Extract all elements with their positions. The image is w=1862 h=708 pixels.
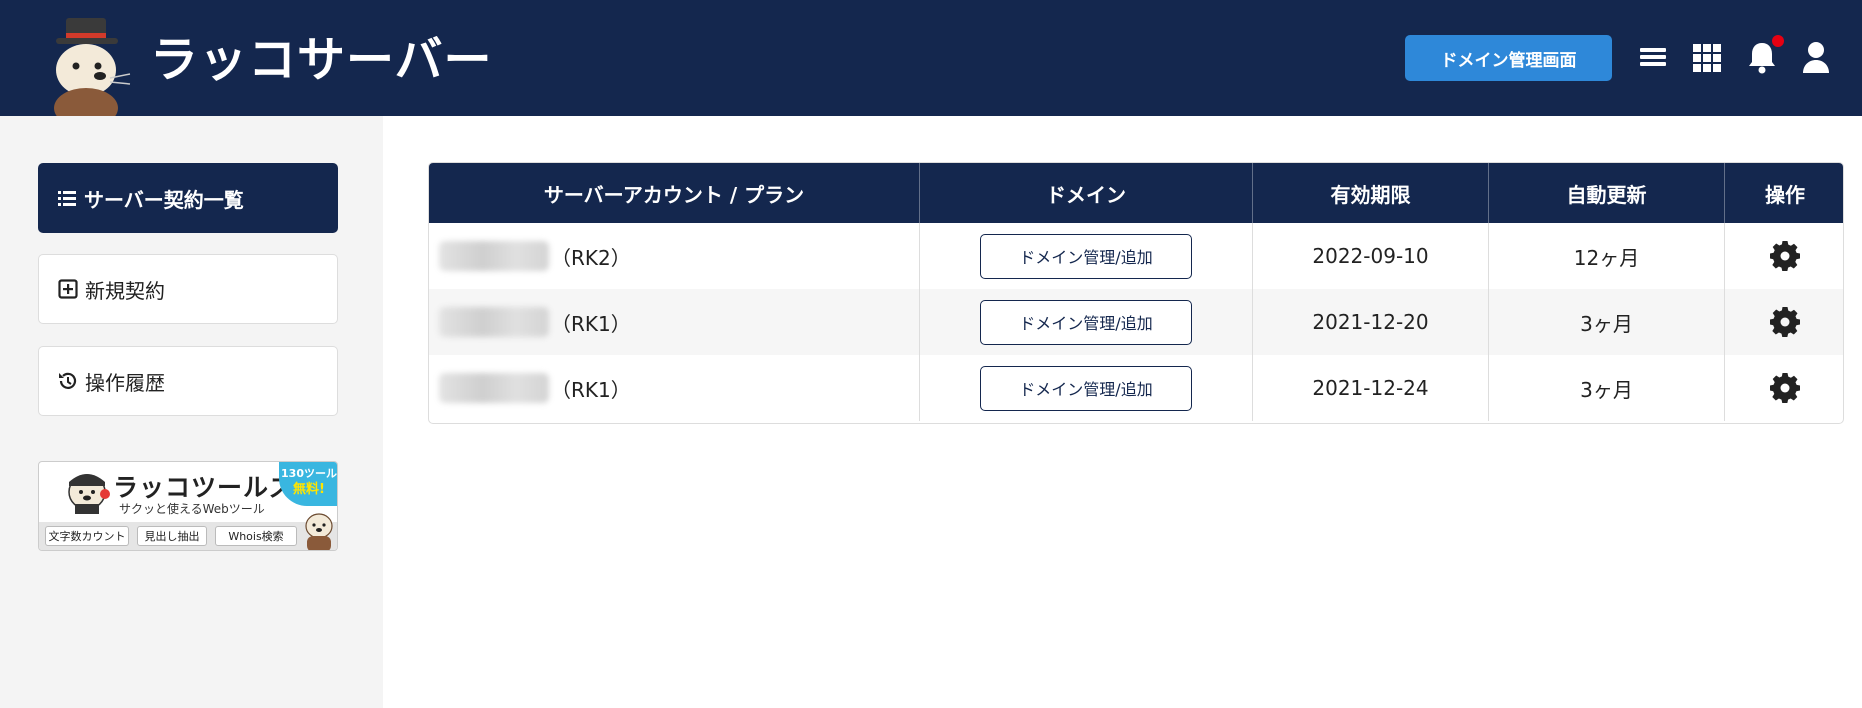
domain-cell: ドメイン管理/追加 (920, 289, 1253, 355)
domain-manage-add-button[interactable]: ドメイン管理/追加 (980, 365, 1192, 411)
auto-renew-cell: 12ヶ月 (1489, 223, 1725, 289)
server-contracts-table: サーバーアカウント / プラン ドメイン 有効期限 自動更新 操作 （RK2） … (428, 162, 1844, 424)
account-cell: （RK1） (429, 355, 920, 421)
domain-manage-add-button[interactable]: ドメイン管理/追加 (980, 233, 1192, 279)
domain-cell: ドメイン管理/追加 (920, 355, 1253, 421)
redacted-account-name (439, 241, 549, 271)
expiry-cell: 2021-12-24 (1253, 355, 1489, 421)
plan-label: （RK1） (551, 377, 631, 402)
plan-label: （RK2） (551, 245, 631, 270)
gear-icon[interactable] (1770, 241, 1800, 271)
account-cell: （RK2） (429, 223, 920, 289)
expiry-cell: 2022-09-10 (1253, 223, 1489, 289)
notification-dot (1772, 35, 1784, 47)
redacted-account-name (439, 307, 549, 337)
sidebar-item-label: サーバー契約一覧 (84, 187, 244, 212)
otter-mascot-icon (65, 470, 113, 514)
column-header-auto-renew: 自動更新 (1489, 163, 1725, 223)
table-row: （RK2） ドメイン管理/追加 2022-09-10 12ヶ月 (429, 223, 1843, 289)
domain-cell: ドメイン管理/追加 (920, 223, 1253, 289)
gear-icon[interactable] (1770, 373, 1800, 403)
history-icon (57, 370, 79, 392)
column-header-expiry: 有効期限 (1253, 163, 1489, 223)
auto-renew-cell: 3ヶ月 (1489, 289, 1725, 355)
sidebar-item-label: 操作履歴 (85, 370, 165, 395)
sidebar-item-operation-history[interactable]: 操作履歴 (38, 346, 338, 416)
banner-title: ラッコツールズ (113, 473, 296, 502)
column-header-operation: 操作 (1765, 182, 1805, 207)
user-icon[interactable] (1800, 40, 1832, 74)
banner-pill: 見出し抽出 (137, 526, 207, 546)
banner-pill: Whois検索 (215, 526, 297, 546)
plan-label: （RK1） (551, 311, 631, 336)
operation-cell (1725, 223, 1843, 289)
banner-subtitle: サクッと使えるWebツール (119, 502, 265, 516)
banner-badge-free: 無料! (293, 482, 325, 497)
redacted-account-name (439, 373, 549, 403)
sidebar-item-new-contract[interactable]: 新規契約 (38, 254, 338, 324)
list-icon (56, 187, 78, 209)
table-header: サーバーアカウント / プラン ドメイン 有効期限 自動更新 操作 (429, 163, 1843, 223)
table-row: （RK1） ドメイン管理/追加 2021-12-20 3ヶ月 (429, 289, 1843, 355)
auto-renew-cell: 3ヶ月 (1489, 355, 1725, 421)
plus-square-icon (57, 278, 79, 300)
apps-grid-icon[interactable] (1691, 40, 1723, 74)
menu-icon[interactable] (1637, 40, 1669, 74)
domain-manage-add-button[interactable]: ドメイン管理/追加 (980, 299, 1192, 345)
gear-icon[interactable] (1770, 307, 1800, 337)
sidebar-item-label: 新規契約 (85, 278, 165, 303)
expiry-cell: 2021-12-20 (1253, 289, 1489, 355)
top-header: ラッコサーバー ドメイン管理画面 (0, 0, 1862, 128)
banner-pill: 文字数カウント (45, 526, 129, 546)
sidebar: サーバー契約一覧 新規契約 操作履歴 ラッコツールズ サクッと使えるWebツール (0, 116, 383, 708)
otter-mascot-logo[interactable] (38, 16, 138, 128)
operation-cell (1725, 355, 1843, 421)
account-cell: （RK1） (429, 289, 920, 355)
otter-illustration-icon (301, 510, 337, 550)
banner-badge-count: 130ツール (281, 467, 337, 480)
column-header-domain: ドメイン (920, 163, 1253, 223)
column-header-account-plan: サーバーアカウント / プラン (429, 163, 920, 223)
rakko-tools-banner[interactable]: ラッコツールズ サクッと使えるWebツール 130ツール 無料! 文字数カウント… (38, 461, 338, 551)
logo-text[interactable]: ラッコサーバー (150, 30, 493, 90)
table-row: （RK1） ドメイン管理/追加 2021-12-24 3ヶ月 (429, 355, 1843, 421)
sidebar-item-server-contracts[interactable]: サーバー契約一覧 (38, 163, 338, 233)
domain-management-button[interactable]: ドメイン管理画面 (1405, 35, 1612, 81)
operation-cell (1725, 289, 1843, 355)
